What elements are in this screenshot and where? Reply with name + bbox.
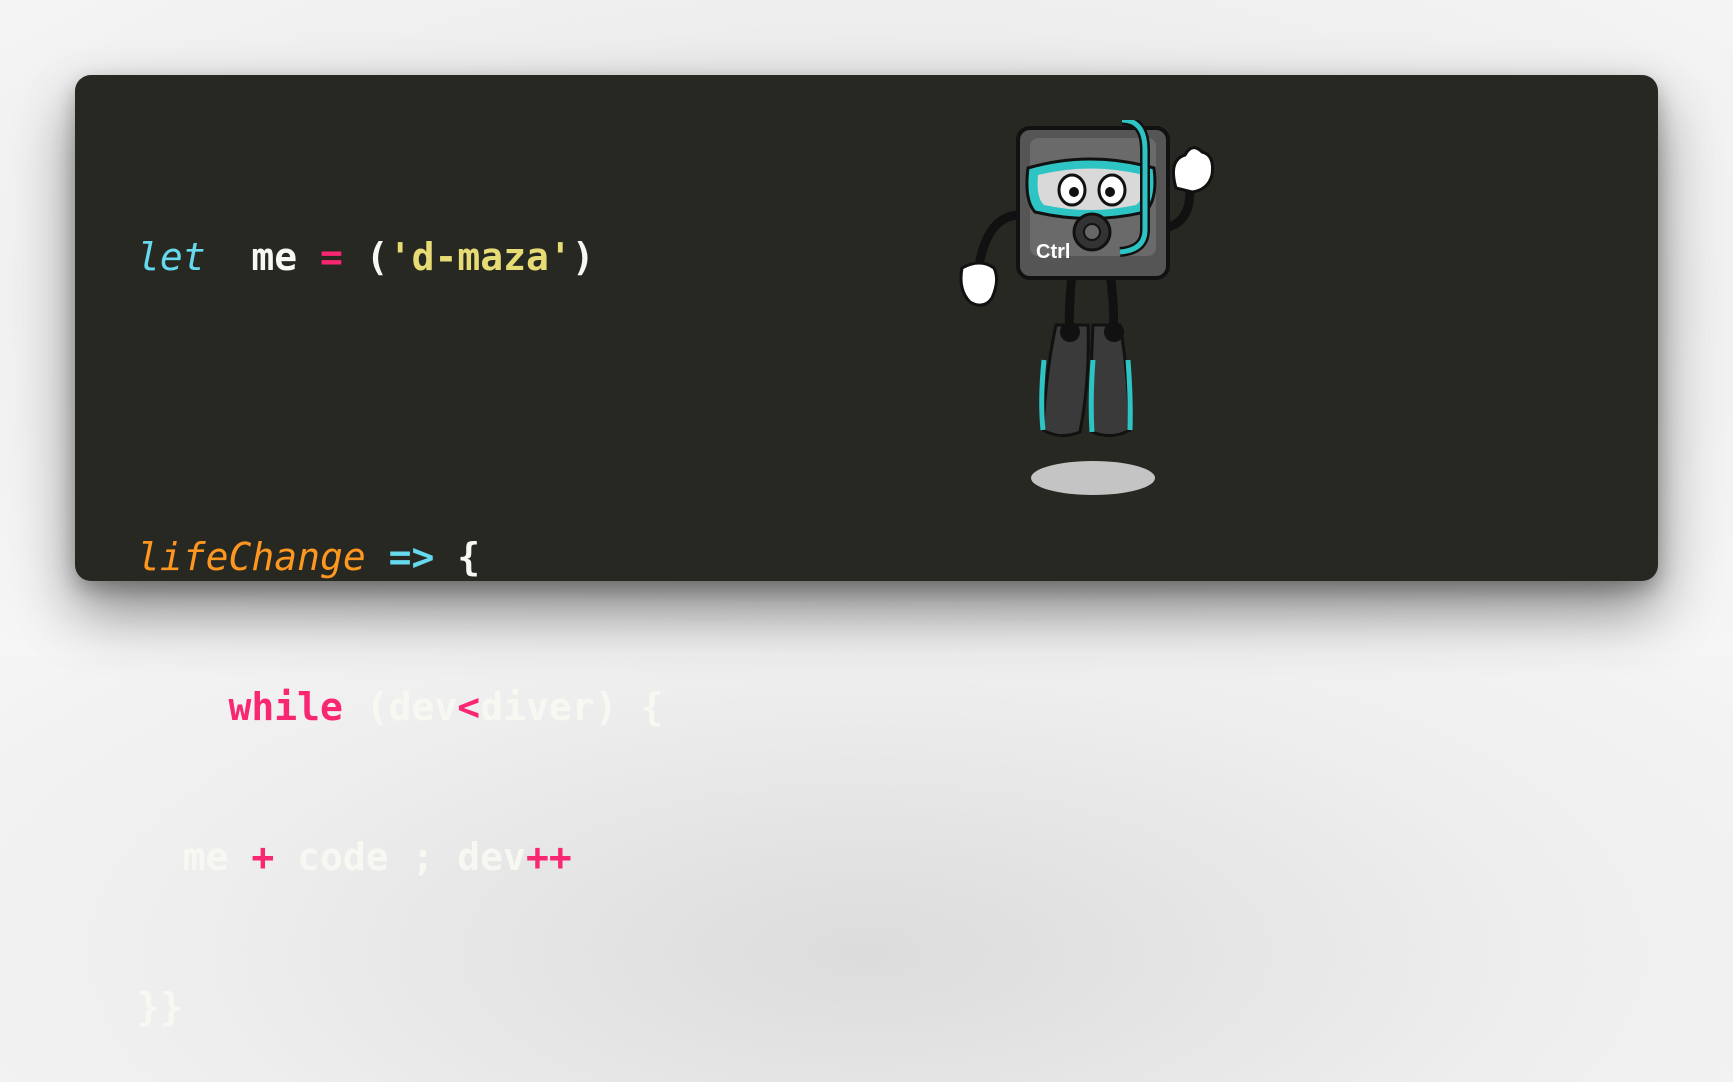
close-paren: ) [571, 235, 595, 279]
open-paren: ( [342, 235, 389, 279]
statement-me: me [137, 835, 252, 879]
condition-left: (dev [342, 685, 458, 729]
statement-code: code ; dev [274, 835, 526, 879]
string-literal: 'd-maza' [388, 235, 572, 279]
while-keyword: while [228, 685, 343, 729]
ctrl-key-diver-mascot-icon: Ctrl [940, 115, 1240, 509]
function-name: lifeChange [137, 535, 366, 579]
increment-operator: ++ [525, 835, 572, 879]
arrow-operator: => [365, 535, 435, 579]
code-line-4: while (dev<diver) { [137, 676, 664, 738]
ctrl-key-label: Ctrl [1036, 241, 1070, 263]
code-block: let me = ('d-maza') lifeChange => { whil… [137, 138, 663, 1082]
code-line-1: let me = ('d-maza') [137, 226, 663, 288]
code-line-3: lifeChange => { [137, 526, 663, 588]
plus-operator: + [251, 835, 275, 879]
condition-right: diver) { [480, 685, 664, 729]
less-than-operator: < [457, 685, 481, 729]
code-line-6: }} [137, 976, 663, 1038]
closing-braces: }} [137, 985, 183, 1029]
variable-me: me [205, 235, 321, 279]
open-brace: { [434, 535, 481, 579]
assign-operator: = [320, 235, 343, 279]
code-line-5: me + code ; dev++ [137, 826, 663, 888]
let-keyword: let [137, 235, 206, 279]
